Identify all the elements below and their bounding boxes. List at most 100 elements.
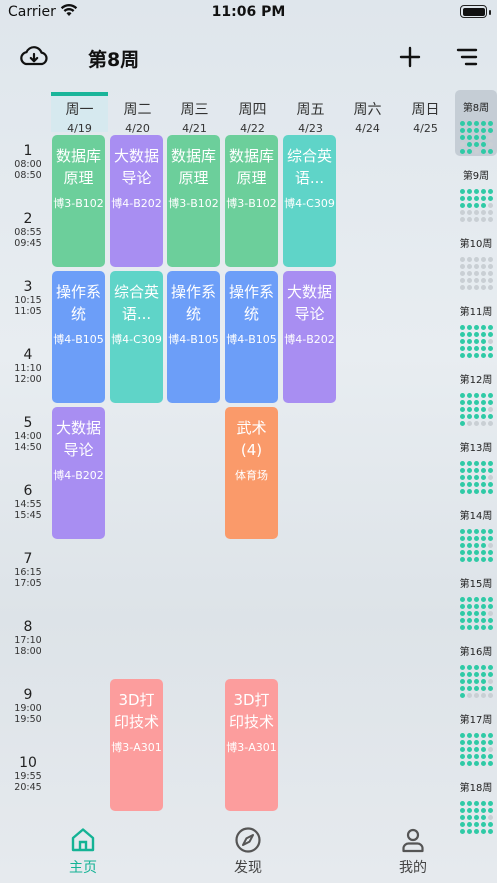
week-dot — [480, 747, 486, 752]
course-card[interactable]: 操作系统 博4-B105 — [52, 271, 105, 403]
period-end-time: 15:45 — [14, 510, 42, 521]
week-dot — [459, 264, 465, 269]
course-room: 博4-B105 — [53, 333, 104, 346]
week-item[interactable]: 第11周 — [455, 294, 497, 360]
course-room: 博4-B202 — [53, 469, 104, 482]
tab-label: 主页 — [69, 860, 97, 876]
cloud-download-icon[interactable] — [18, 44, 50, 70]
week-dot — [487, 747, 493, 752]
week-dot — [487, 325, 493, 330]
week-dot — [487, 339, 493, 344]
week-item[interactable]: 第14周 — [455, 498, 497, 564]
week-dot — [473, 801, 479, 806]
week-dot — [480, 536, 486, 541]
week-dot — [480, 407, 486, 412]
day-header: 周一 4/19 — [51, 92, 108, 135]
course-room: 博4-B202 — [284, 333, 335, 346]
week-dot — [480, 740, 486, 745]
period-end-time: 17:05 — [14, 578, 42, 589]
course-card[interactable]: 数据库原理 博3-B102 — [167, 135, 220, 267]
course-card[interactable]: 大数据导论 博4-B202 — [52, 407, 105, 539]
week-item[interactable]: 第13周 — [455, 430, 497, 496]
period-end-time: 14:50 — [14, 442, 42, 453]
week-dot — [459, 761, 465, 766]
day-header: 周四 4/22 — [224, 92, 281, 135]
course-card[interactable]: 大数据导论 博4-B202 — [110, 135, 163, 267]
week-dot — [459, 332, 465, 337]
period-number: 5 — [23, 415, 33, 431]
week-dot — [473, 815, 479, 820]
course-card[interactable]: 操作系统 博4-B105 — [225, 271, 278, 403]
week-dot — [466, 550, 472, 555]
period-start-time: 16:15 — [14, 567, 42, 578]
course-card[interactable]: 数据库原理 博3-B102 — [52, 135, 105, 267]
week-dot — [473, 550, 479, 555]
week-item[interactable]: 第15周 — [455, 566, 497, 632]
course-room: 博3-B102 — [226, 197, 277, 210]
course-card[interactable]: 大数据导论 博4-B202 — [283, 271, 336, 403]
course-card[interactable]: 3D打印技术 博3-A301 — [225, 679, 278, 811]
course-card[interactable]: 武术(4) 体育场 — [225, 407, 278, 539]
week-dot — [473, 189, 479, 194]
day-name: 周二 — [123, 102, 152, 118]
menu-icon[interactable] — [456, 47, 478, 67]
week-dot-grid — [459, 665, 493, 698]
day-date: 4/22 — [240, 122, 265, 135]
day-date: 4/19 — [67, 122, 92, 135]
day-name: 周三 — [180, 102, 209, 118]
course-card[interactable]: 综合英语... 博4-C309 — [110, 271, 163, 403]
week-dot — [473, 489, 479, 494]
week-dot — [473, 414, 479, 419]
week-dot — [466, 489, 472, 494]
course-name: 数据库原理 — [170, 147, 216, 187]
week-dot — [480, 550, 486, 555]
week-dot — [487, 543, 493, 548]
period-label: 5 14:00 14:50 — [0, 415, 56, 453]
week-dot — [487, 278, 493, 283]
week-dot — [487, 332, 493, 337]
course-card[interactable]: 3D打印技术 博3-A301 — [110, 679, 163, 811]
week-item[interactable]: 第17周 — [455, 702, 497, 768]
week-dot — [487, 468, 493, 473]
course-name: 武术(4) — [236, 419, 267, 459]
week-dot — [466, 808, 472, 813]
week-dot — [473, 557, 479, 562]
week-dot — [459, 149, 465, 154]
week-item[interactable]: 第8周 — [455, 90, 497, 156]
week-dot — [459, 217, 465, 222]
week-dot — [473, 536, 479, 541]
week-dot — [487, 597, 493, 602]
course-card[interactable]: 操作系统 博4-B105 — [167, 271, 220, 403]
week-dot — [459, 196, 465, 201]
week-dot — [466, 679, 472, 684]
week-item[interactable]: 第9周 — [455, 158, 497, 224]
course-name: 3D打印技术 — [228, 691, 274, 731]
course-card[interactable]: 数据库原理 博3-B102 — [225, 135, 278, 267]
week-dot — [480, 808, 486, 813]
home-icon — [43, 826, 123, 854]
week-title[interactable]: 第8周 — [88, 45, 139, 72]
period-end-time: 19:50 — [14, 714, 42, 725]
add-icon[interactable] — [398, 45, 422, 69]
tab-item[interactable]: 主页 — [43, 822, 123, 877]
week-dot — [459, 325, 465, 330]
week-item[interactable]: 第10周 — [455, 226, 497, 292]
course-card[interactable]: 综合英语... 博4-C309 — [283, 135, 336, 267]
week-dot — [459, 257, 465, 262]
week-dot — [487, 611, 493, 616]
week-dot — [459, 550, 465, 555]
week-dot — [466, 346, 472, 351]
tab-item[interactable]: 发现 — [208, 822, 288, 877]
week-item[interactable]: 第16周 — [455, 634, 497, 700]
week-dot — [480, 210, 486, 215]
week-dot — [459, 475, 465, 480]
week-dot — [466, 135, 472, 140]
week-dot — [487, 210, 493, 215]
week-dot — [459, 801, 465, 806]
week-item[interactable]: 第12周 — [455, 362, 497, 428]
tab-item[interactable]: 我的 — [373, 822, 453, 877]
week-dot — [473, 604, 479, 609]
week-dot — [466, 536, 472, 541]
week-label: 第9周 — [462, 171, 490, 182]
week-dot — [480, 597, 486, 602]
